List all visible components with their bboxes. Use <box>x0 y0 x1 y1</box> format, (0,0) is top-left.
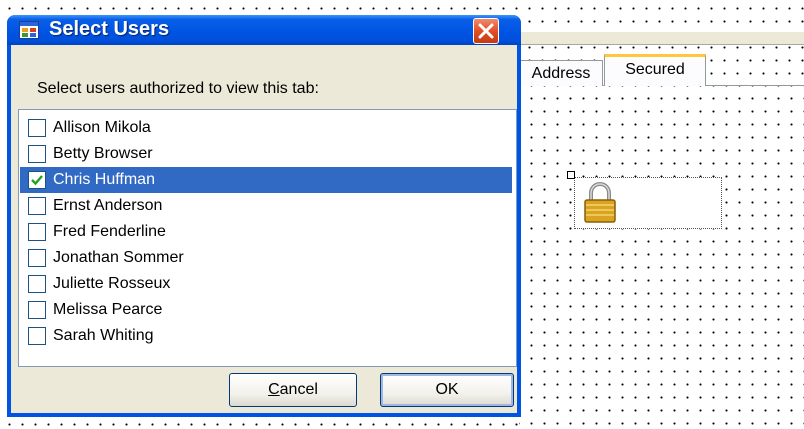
user-name: Sarah Whiting <box>53 327 154 344</box>
list-item[interactable]: Melissa Pearce <box>20 297 512 323</box>
cancel-label: ancel <box>279 381 318 398</box>
list-item[interactable]: Jonathan Sommer <box>20 245 512 271</box>
dialog-title: Select Users <box>49 18 170 40</box>
checkmark-icon <box>31 175 43 186</box>
padlock-icon <box>584 182 616 223</box>
close-button[interactable] <box>473 18 499 44</box>
tab-page-secured <box>519 85 804 429</box>
user-name: Allison Mikola <box>53 119 151 136</box>
ok-button[interactable]: OK <box>380 373 514 407</box>
checkbox[interactable] <box>28 327 46 345</box>
user-name: Ernst Anderson <box>53 197 163 214</box>
checkbox[interactable] <box>28 145 46 163</box>
list-item[interactable]: Fred Fenderline <box>20 219 512 245</box>
list-item[interactable]: Juliette Rosseux <box>20 271 512 297</box>
window-app-icon <box>19 21 39 39</box>
close-icon <box>478 23 494 39</box>
form-title-strip <box>519 32 804 45</box>
checkbox[interactable] <box>28 301 46 319</box>
checkbox[interactable] <box>28 275 46 293</box>
cancel-mnemonic: C <box>268 381 280 398</box>
user-name: Chris Huffman <box>53 171 155 188</box>
user-name: Betty Browser <box>53 145 153 162</box>
list-item[interactable]: Ernst Anderson <box>20 193 512 219</box>
select-users-dialog: Select Users Select users authorized to … <box>7 15 521 417</box>
selection-handle[interactable] <box>567 171 575 179</box>
list-item[interactable]: Betty Browser <box>20 141 512 167</box>
user-name: Jonathan Sommer <box>53 249 184 266</box>
list-item[interactable]: Sarah Whiting <box>20 323 512 349</box>
user-name: Melissa Pearce <box>53 301 163 318</box>
checkbox[interactable] <box>28 223 46 241</box>
users-checked-listbox[interactable]: Allison Mikola Betty Browser Chris Huffm… <box>18 109 517 367</box>
tab-secured[interactable]: Secured <box>604 54 706 86</box>
cancel-button[interactable]: Cancel <box>229 373 357 407</box>
tab-address[interactable]: Address <box>519 60 603 86</box>
checkbox[interactable] <box>28 119 46 137</box>
checkbox-checked[interactable] <box>28 171 46 189</box>
list-item-selected[interactable]: Chris Huffman <box>20 167 512 193</box>
prompt-label: Select users authorized to view this tab… <box>37 80 319 97</box>
checkbox[interactable] <box>28 197 46 215</box>
checkbox[interactable] <box>28 249 46 267</box>
user-name: Juliette Rosseux <box>53 275 171 292</box>
user-name: Fred Fenderline <box>53 223 166 240</box>
list-item[interactable]: Allison Mikola <box>20 115 512 141</box>
dialog-titlebar[interactable]: Select Users <box>7 15 521 45</box>
